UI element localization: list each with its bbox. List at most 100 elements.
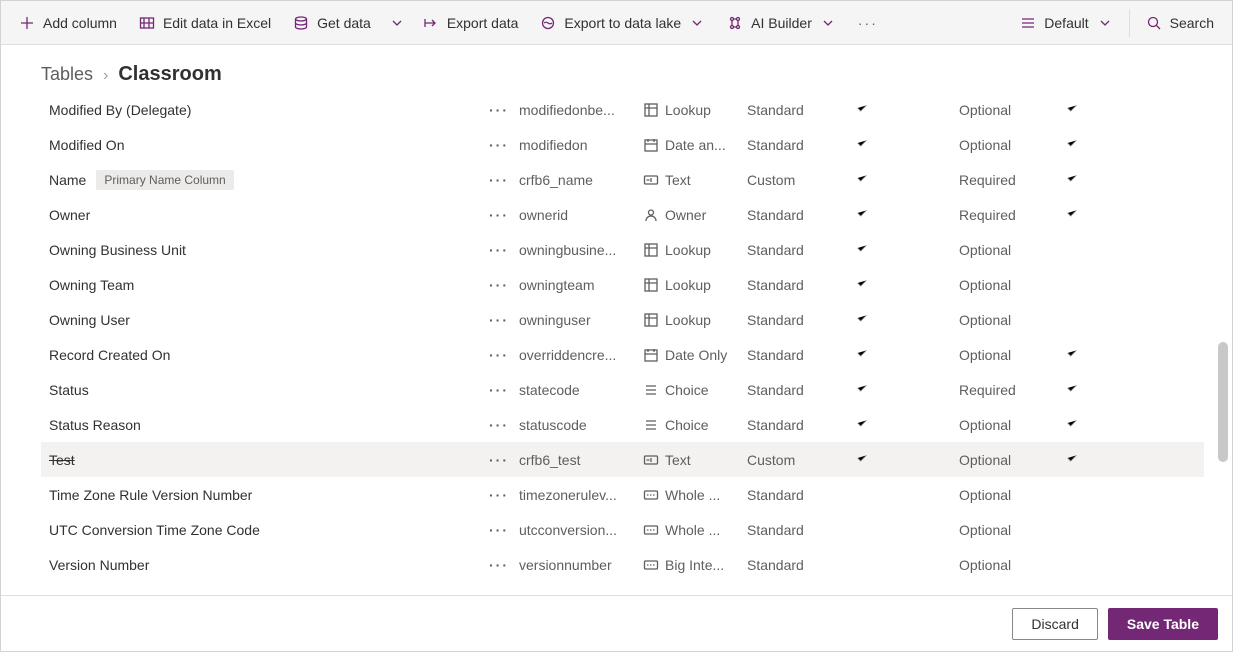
row-more-button[interactable]: ··· <box>479 102 519 118</box>
row-more-button[interactable]: ··· <box>479 417 519 433</box>
column-type: Whole ... <box>643 487 747 503</box>
column-kind: Standard <box>747 137 855 153</box>
column-searchable-check <box>1065 136 1125 153</box>
column-display-name: Modified On <box>49 137 124 153</box>
table-row[interactable]: UTC Conversion Time Zone Code···utcconve… <box>41 512 1204 547</box>
choice-icon <box>643 382 659 398</box>
export-data-label: Export data <box>447 15 519 31</box>
edit-excel-button[interactable]: Edit data in Excel <box>129 5 281 41</box>
column-requirement: Optional <box>959 102 1065 118</box>
column-type: Whole ... <box>643 522 747 538</box>
scroll-thumb[interactable] <box>1218 342 1228 462</box>
table-row[interactable]: NamePrimary Name Column···crfb6_nameText… <box>41 162 1204 197</box>
column-kind: Standard <box>747 312 855 328</box>
row-more-button[interactable]: ··· <box>479 172 519 188</box>
row-more-button[interactable]: ··· <box>479 207 519 223</box>
column-type: Big Inte... <box>643 557 747 573</box>
column-requirement: Optional <box>959 487 1065 503</box>
row-more-button[interactable]: ··· <box>479 382 519 398</box>
column-display-name: Test <box>49 452 75 468</box>
column-type-label: Big Inte... <box>665 557 724 573</box>
breadcrumb-current: Classroom <box>118 63 221 86</box>
save-button[interactable]: Save Table <box>1108 608 1218 640</box>
row-more-button[interactable]: ··· <box>479 522 519 538</box>
command-bar: Add column Edit data in Excel Get data E… <box>1 1 1232 45</box>
column-kind: Standard <box>747 417 855 433</box>
table-row[interactable]: Owning User···owninguserLookupStandardOp… <box>41 302 1204 337</box>
column-type: Lookup <box>643 102 747 118</box>
column-requirement: Optional <box>959 557 1065 573</box>
column-kind: Standard <box>747 382 855 398</box>
column-kind: Standard <box>747 522 855 538</box>
add-column-label: Add column <box>43 15 117 31</box>
table-row[interactable]: Time Zone Rule Version Number···timezone… <box>41 477 1204 512</box>
column-managed-check <box>855 346 959 363</box>
table-row[interactable]: Status···statecodeChoiceStandardRequired <box>41 372 1204 407</box>
search-button[interactable]: Search <box>1136 5 1224 41</box>
column-display-name: Owning Team <box>49 277 134 293</box>
get-data-button[interactable]: Get data <box>283 5 381 41</box>
column-kind: Standard <box>747 207 855 223</box>
column-requirement: Required <box>959 382 1065 398</box>
ai-icon <box>727 15 743 31</box>
column-type: Text <box>643 172 747 188</box>
discard-label: Discard <box>1031 616 1078 632</box>
row-more-button[interactable]: ··· <box>479 242 519 258</box>
table-row[interactable]: Test···crfb6_testTextCustomOptional <box>41 442 1204 477</box>
row-more-button[interactable]: ··· <box>479 487 519 503</box>
column-display-name: Record Created On <box>49 347 170 363</box>
search-icon <box>1146 15 1162 31</box>
row-more-button[interactable]: ··· <box>479 347 519 363</box>
column-managed-check <box>855 171 959 188</box>
row-more-button[interactable]: ··· <box>479 137 519 153</box>
column-managed-check <box>855 206 959 223</box>
column-requirement: Optional <box>959 347 1065 363</box>
add-column-button[interactable]: Add column <box>9 5 127 41</box>
column-searchable-check <box>1065 416 1125 433</box>
column-type-label: Owner <box>665 207 706 223</box>
table-row[interactable]: Record Created On···overriddencre...Date… <box>41 337 1204 372</box>
column-managed-check <box>855 241 959 258</box>
table-row[interactable]: Owning Team···owningteamLookupStandardOp… <box>41 267 1204 302</box>
chevron-down-icon <box>820 15 836 31</box>
text-icon <box>643 172 659 188</box>
column-schema-name: crfb6_test <box>519 452 643 468</box>
choice-icon <box>643 417 659 433</box>
view-icon <box>1020 15 1036 31</box>
breadcrumb-root[interactable]: Tables <box>41 64 93 85</box>
column-searchable-check <box>1065 206 1125 223</box>
ai-builder-button[interactable]: AI Builder <box>717 5 846 41</box>
row-more-button[interactable]: ··· <box>479 452 519 468</box>
chevron-right-icon: › <box>103 67 108 85</box>
column-kind: Custom <box>747 172 855 188</box>
get-data-chevron[interactable] <box>383 5 411 41</box>
column-kind: Standard <box>747 347 855 363</box>
column-type-label: Text <box>665 172 691 188</box>
row-more-button[interactable]: ··· <box>479 557 519 573</box>
column-kind: Standard <box>747 557 855 573</box>
overflow-button[interactable]: ··· <box>848 5 888 41</box>
vertical-scrollbar[interactable] <box>1216 92 1230 595</box>
column-kind: Custom <box>747 452 855 468</box>
column-schema-name: statuscode <box>519 417 643 433</box>
chevron-down-icon <box>389 15 405 31</box>
export-data-button[interactable]: Export data <box>413 5 529 41</box>
table-row[interactable]: Status Reason···statuscodeChoiceStandard… <box>41 407 1204 442</box>
column-schema-name: modifiedon <box>519 137 643 153</box>
table-row[interactable]: Owner···owneridOwnerStandardRequired <box>41 197 1204 232</box>
table-row[interactable]: Modified By (Delegate)···modifiedonbe...… <box>41 92 1204 127</box>
view-selector[interactable]: Default <box>1010 5 1122 41</box>
row-more-button[interactable]: ··· <box>479 277 519 293</box>
table-row[interactable]: Version Number···versionnumberBig Inte..… <box>41 547 1204 582</box>
column-type-label: Date an... <box>665 137 726 153</box>
table-row[interactable]: Modified On ···modifiedon Date an... Standa… <box>41 127 1204 162</box>
discard-button[interactable]: Discard <box>1012 608 1097 640</box>
table-row[interactable]: Owning Business Unit···owningbusine...Lo… <box>41 232 1204 267</box>
column-display-name: Modified By (Delegate) <box>49 102 191 118</box>
column-requirement: Required <box>959 207 1065 223</box>
export-lake-button[interactable]: Export to data lake <box>530 5 715 41</box>
primary-name-badge: Primary Name Column <box>96 170 233 190</box>
column-schema-name: statecode <box>519 382 643 398</box>
column-kind: Standard <box>747 277 855 293</box>
row-more-button[interactable]: ··· <box>479 312 519 328</box>
